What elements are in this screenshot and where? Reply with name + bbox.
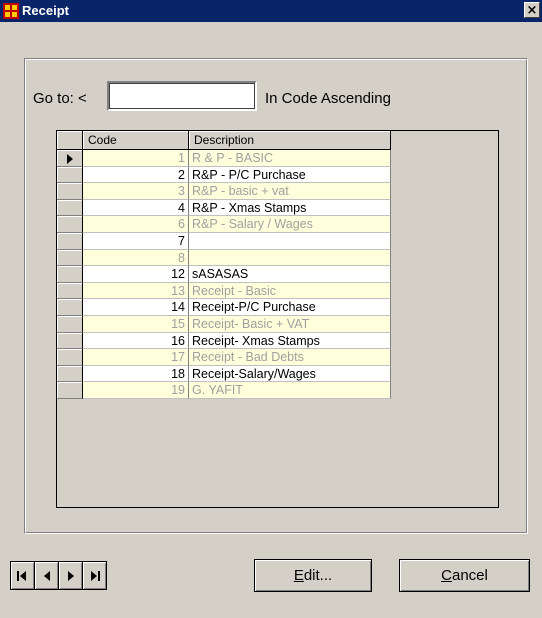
previous-record-icon [44,571,50,581]
row-selector[interactable] [57,282,83,300]
table-row[interactable]: 17 Receipt - Bad Debts [57,349,391,366]
record-navigator [10,561,107,590]
description-cell[interactable] [189,249,391,267]
goto-label: Go to: < [33,90,87,107]
cancel-accelerator: C [441,567,452,584]
description-cell[interactable]: R&P - basic + vat [189,183,391,200]
table-row[interactable]: 19 G. YAFIT [57,382,391,399]
description-cell[interactable]: R&P - P/C Purchase [189,166,391,184]
description-cell[interactable]: R&P - Xmas Stamps [189,199,391,217]
row-selector[interactable] [57,299,83,316]
row-selector[interactable] [57,332,83,350]
last-record-button[interactable] [82,561,107,590]
code-cell[interactable]: 12 [83,266,189,283]
code-cell[interactable]: 18 [83,365,189,383]
first-record-button[interactable] [10,561,35,590]
column-header-code[interactable]: Code [83,131,189,150]
code-cell[interactable]: 17 [83,349,189,366]
next-record-icon [68,571,74,581]
description-cell[interactable]: R&P - Salary / Wages [189,216,391,233]
row-selector[interactable] [57,166,83,184]
records-grid[interactable]: Code Description 1R & P - BASIC 2 R&P - P/… [56,130,499,508]
description-cell[interactable]: Receipt - Bad Debts [189,349,391,366]
row-selector[interactable] [57,382,83,399]
grid-rows: 1R & P - BASIC 2 R&P - P/C Purchase 3 R&P - … [57,150,391,399]
current-row-pointer-icon [67,154,73,164]
edit-button[interactable]: Edit... [254,559,372,592]
description-cell[interactable]: Receipt- Basic + VAT [189,315,391,333]
code-cell[interactable]: 4 [83,199,189,217]
cancel-button[interactable]: Cancel [399,559,530,592]
table-row[interactable]: 4 R&P - Xmas Stamps [57,199,391,217]
table-row[interactable]: 16 Receipt- Xmas Stamps [57,332,391,350]
table-row[interactable]: 1R & P - BASIC [57,150,391,167]
row-selector[interactable] [57,216,83,233]
table-row[interactable]: 15 Receipt- Basic + VAT [57,315,391,333]
description-cell[interactable]: Receipt-Salary/Wages [189,365,391,383]
code-cell[interactable]: 2 [83,166,189,184]
edit-label: dit... [303,567,333,584]
table-row[interactable]: 7 [57,232,391,250]
description-cell[interactable]: Receipt-P/C Purchase [189,299,391,316]
code-cell[interactable]: 6 [83,216,189,233]
row-selector[interactable] [57,183,83,200]
code-cell[interactable]: 8 [83,249,189,267]
close-button[interactable]: × [524,2,540,18]
previous-record-button[interactable] [34,561,59,590]
code-cell[interactable]: 1 [83,150,189,167]
grid-header: Code Description [57,131,391,150]
code-cell[interactable]: 14 [83,299,189,316]
sort-order-label: In Code Ascending [265,90,391,107]
title-bar: Receipt × [0,0,542,22]
description-cell[interactable]: Receipt- Xmas Stamps [189,332,391,350]
close-icon: × [526,3,538,18]
app-icon [3,3,19,19]
window-title: Receipt [22,3,69,18]
row-selector[interactable] [57,349,83,366]
row-selector[interactable] [57,365,83,383]
row-selector[interactable] [57,315,83,333]
column-header-description[interactable]: Description [189,131,391,150]
cancel-label: ancel [451,567,488,584]
table-row[interactable]: 12 sASASAS [57,266,391,283]
code-cell[interactable]: 7 [83,232,189,250]
row-selector[interactable] [57,199,83,217]
code-cell[interactable]: 3 [83,183,189,200]
code-cell[interactable]: 15 [83,315,189,333]
code-cell[interactable]: 13 [83,282,189,300]
table-row[interactable]: 6 R&P - Salary / Wages [57,216,391,233]
next-record-button[interactable] [58,561,83,590]
row-selector[interactable] [57,232,83,250]
description-cell[interactable]: sASASAS [189,266,391,283]
description-cell[interactable] [189,232,391,250]
row-selector[interactable] [57,249,83,267]
description-cell[interactable]: Receipt - Basic [189,282,391,300]
code-cell[interactable]: 19 [83,382,189,399]
row-selector[interactable] [57,150,83,167]
header-corner [57,131,83,150]
row-selector[interactable] [57,266,83,283]
table-row[interactable]: 18 Receipt-Salary/Wages [57,365,391,383]
goto-input[interactable] [107,81,257,111]
table-row[interactable]: 13 Receipt - Basic [57,282,391,300]
description-cell[interactable]: G. YAFIT [189,382,391,399]
table-row[interactable]: 2 R&P - P/C Purchase [57,166,391,184]
edit-accelerator: E [293,567,304,584]
table-row[interactable]: 3 R&P - basic + vat [57,183,391,200]
code-cell[interactable]: 16 [83,332,189,350]
table-row[interactable]: 8 [57,249,391,267]
description-cell[interactable]: R & P - BASIC [189,150,391,167]
table-row[interactable]: 14 Receipt-P/C Purchase [57,299,391,316]
